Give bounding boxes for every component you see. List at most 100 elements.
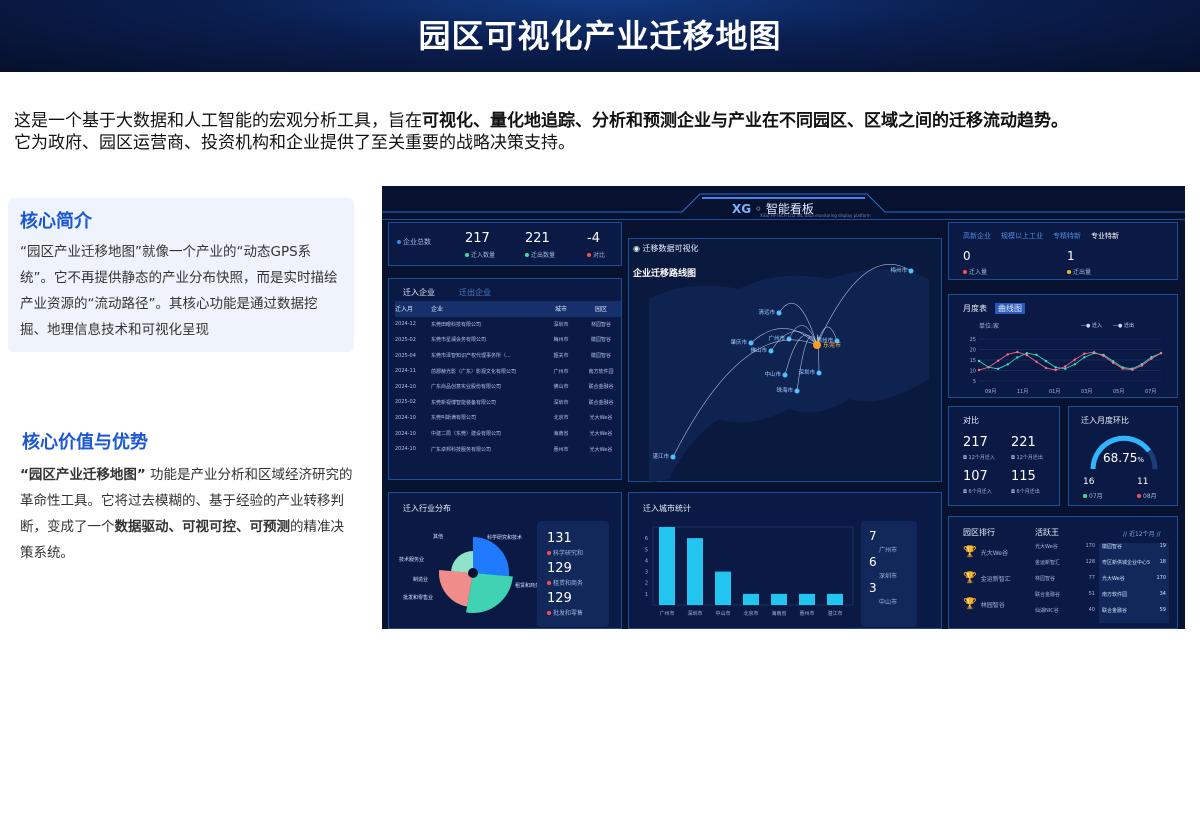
table-row[interactable]: 2024-10 广东卓邦科技服务有限公司 惠州市 光大We谷 <box>395 441 621 457</box>
rank-left-item: 🏆 光大We谷 <box>963 545 1023 571</box>
table-cell: 北京市 <box>553 415 569 422</box>
rank-mid-value: 51 <box>1088 591 1095 597</box>
city-marker <box>786 336 792 342</box>
city-label: 梅州市 <box>890 266 907 274</box>
legend-in: —● 迁入 <box>1081 322 1102 329</box>
table-row[interactable]: 2024-12 东莞田眼科技有限公司 深圳市 林园智谷 <box>395 317 621 333</box>
y-tick: 10 <box>970 369 976 375</box>
table-cell: 深圳市 <box>553 399 569 406</box>
rank-right-item: 联合金融谷 59 <box>1099 607 1169 623</box>
pie-hole <box>468 568 478 578</box>
table-cell: 徽园智谷 <box>590 337 611 344</box>
table-row[interactable]: 2025-04 东莞市泽智知识产权代理事务所（... 韶关市 徽园智谷 <box>395 348 621 364</box>
category-tab[interactable]: 规模以上工业 <box>1001 231 1043 241</box>
tab-out-enterprise[interactable]: 迁出企业 <box>459 287 491 298</box>
city-side-label: 广州市 <box>879 547 898 554</box>
dashboard-subtitle: XiGu HI-TECH LTD INC data monitoring dis… <box>760 213 871 218</box>
city-label: 清远市 <box>758 308 775 316</box>
bar <box>771 593 787 605</box>
rank-right-value: 19 <box>1159 543 1166 549</box>
industry-panel: 迁入行业分布 其他 批发和零售业 技术服务业 制造业 科学研究和技术 租赁和商务 131 … <box>388 492 622 629</box>
city-label: 中山市 <box>764 370 781 378</box>
ring-right-value: 11 <box>1137 477 1149 487</box>
table-cell: 2025-04 <box>395 352 416 359</box>
y-tick: 5 <box>973 379 976 385</box>
rank-mid-item: 仙湖NIC谷 40 <box>1035 607 1095 623</box>
dashboard-header: XG ◦ 智能看板 XiGu HI-TECH LTD INC data moni… <box>382 186 1185 220</box>
table-cell: 广东尚品创意实业股份有限公司 <box>431 384 502 391</box>
industry-l3: 批发和零售 <box>547 608 583 617</box>
pie-slice <box>473 537 509 577</box>
y-tick: 5 <box>645 547 648 553</box>
intro-bold: 可视化、量化地追踪、分析和预测企业与产业在不同园区、区域之间的迁移流动趋势。 <box>422 111 1068 131</box>
city-side-value: 7 <box>869 529 877 543</box>
table-row[interactable]: 2025-02 东莞市星澜会务有限公司 梅州市 徽园智谷 <box>395 332 621 348</box>
cat-in-label: 迁入量 <box>963 267 987 276</box>
table-cell: 广东卓邦科技服务有限公司 <box>431 446 492 453</box>
compare-b-label: ◘ 12个月迁出 <box>1011 455 1043 461</box>
city-marker <box>794 388 800 394</box>
table-cell: 光大We谷 <box>589 415 613 422</box>
rank-mid: 光大We谷 170 金运新智汇 128 林园智谷 77 联合金融谷 51 仙湖NIC谷 40 <box>1035 543 1095 623</box>
core-intro-card: 核心简介 “园区产业迁移地图”就像一个产业的“动态GPS系统”。它不再提供静态的… <box>8 198 354 352</box>
city-label: 佛山市 <box>750 346 767 354</box>
table-row[interactable]: 2024-10 中建二局（东莞）建设有限公司 海南省 光大We谷 <box>395 426 621 442</box>
center-marker <box>813 341 821 349</box>
ring-left-value: 16 <box>1083 477 1095 487</box>
city-marker <box>768 348 774 354</box>
rank-mid-item: 林园智谷 77 <box>1035 575 1095 591</box>
table-cell: 2024-10 <box>395 430 416 437</box>
table-cell: 东莞新视博智能装备有限公司 <box>431 399 497 406</box>
x-tick: 09月 <box>985 389 996 395</box>
intro-text-1: 这是一个基于大数据和人工智能的宏观分析工具，旨在 <box>14 111 422 131</box>
city-marker <box>816 370 822 376</box>
rank-mid-name: 联合金融谷 <box>1035 592 1061 598</box>
industry-pie-chart: 其他批发和零售业 技术服务业制造业 科学研究和技术租赁和商务 <box>399 533 539 613</box>
kpi-in-label: 迁入数量 <box>465 250 495 259</box>
pie-label: 批发和零售业 <box>403 594 433 601</box>
kpi-out-value: 221 <box>525 231 550 246</box>
table-row[interactable]: 2024-11 前郡赫光影（广东）影视文化有限公司 广州市 南方软件园 <box>395 363 621 379</box>
table-row[interactable]: 2024-10 广东尚品创意实业股份有限公司 佛山市 联合金融谷 <box>395 379 621 395</box>
table-row[interactable]: 2024-10 东莞叫斯满有限公司 北京市 光大We谷 <box>395 410 621 426</box>
table-cell: 梅州市 <box>553 337 569 344</box>
city-label: 广州市 <box>768 334 785 342</box>
th-city: 城市 <box>554 306 567 314</box>
trophy-icon: 🏆 <box>963 597 977 610</box>
core-intro-body: “园区产业迁移地图”就像一个产业的“动态GPS系统”。它不再提供静态的产业分布快… <box>20 244 338 338</box>
pie-label: 科学研究和技术 <box>487 534 522 541</box>
cat-out-label: 迁出量 <box>1067 267 1091 276</box>
rank-right-value: 170 <box>1156 575 1166 581</box>
compare-d-value: 115 <box>1011 469 1036 484</box>
rank-right-item: 徽园智谷 19 <box>1099 543 1169 559</box>
rank-mid-value: 170 <box>1085 543 1095 549</box>
city-label: 珠海市 <box>776 386 793 394</box>
x-tick: 03月 <box>1081 389 1092 395</box>
x-tick: 深圳市 <box>687 610 702 617</box>
tab-park-rank[interactable]: 园区排行 <box>963 527 995 538</box>
ring-right-label: 08月 <box>1137 491 1157 500</box>
category-tab[interactable]: 专业特新 <box>1091 231 1119 241</box>
table-cell: 广州市 <box>553 368 569 375</box>
core-value-section: 核心价值与优势 “园区产业迁移地图” 功能是产业分析和区域经济研究的革命性工具。… <box>14 428 354 566</box>
tab-active-king[interactable]: 活跃王 <box>1035 527 1059 538</box>
rank-mid-name: 金运新智汇 <box>1035 560 1061 566</box>
y-tick: 2 <box>645 581 648 587</box>
kpi-diff-label: 对比 <box>587 250 605 259</box>
city-side-label: 深圳市 <box>879 573 898 580</box>
city-summary: 7 广州市 6 深圳市 3 中山市 <box>861 521 917 627</box>
city-label: 肇庆市 <box>730 338 747 346</box>
intro-paragraph: 这是一个基于大数据和人工智能的宏观分析工具，旨在可视化、量化地追踪、分析和预测企… <box>14 110 1189 154</box>
rank-right-name: 徽园智谷 <box>1102 544 1123 550</box>
table-cell: 徽园智谷 <box>590 353 611 360</box>
rank-mid-item: 金运新智汇 128 <box>1035 559 1095 575</box>
compare-c-label: ◘ 6个月迁入 <box>963 489 992 495</box>
y-tick: 25 <box>970 337 976 343</box>
category-tab[interactable]: 高新企业 <box>963 231 991 241</box>
table-cell: 前郡赫光影（广东）影视文化有限公司 <box>431 368 517 375</box>
table-row[interactable]: 2025-02 东莞新视博智能装备有限公司 深圳市 联合金融谷 <box>395 395 621 411</box>
bar <box>743 593 759 605</box>
category-tab[interactable]: 专精特新 <box>1053 231 1081 241</box>
migration-map[interactable]: 梅州市清远市广州市肇庆市佛山市惠州市中山市 深圳市珠海市湛江市东莞市 <box>629 239 943 483</box>
tab-in-enterprise[interactable]: 迁入企业 <box>403 287 435 298</box>
